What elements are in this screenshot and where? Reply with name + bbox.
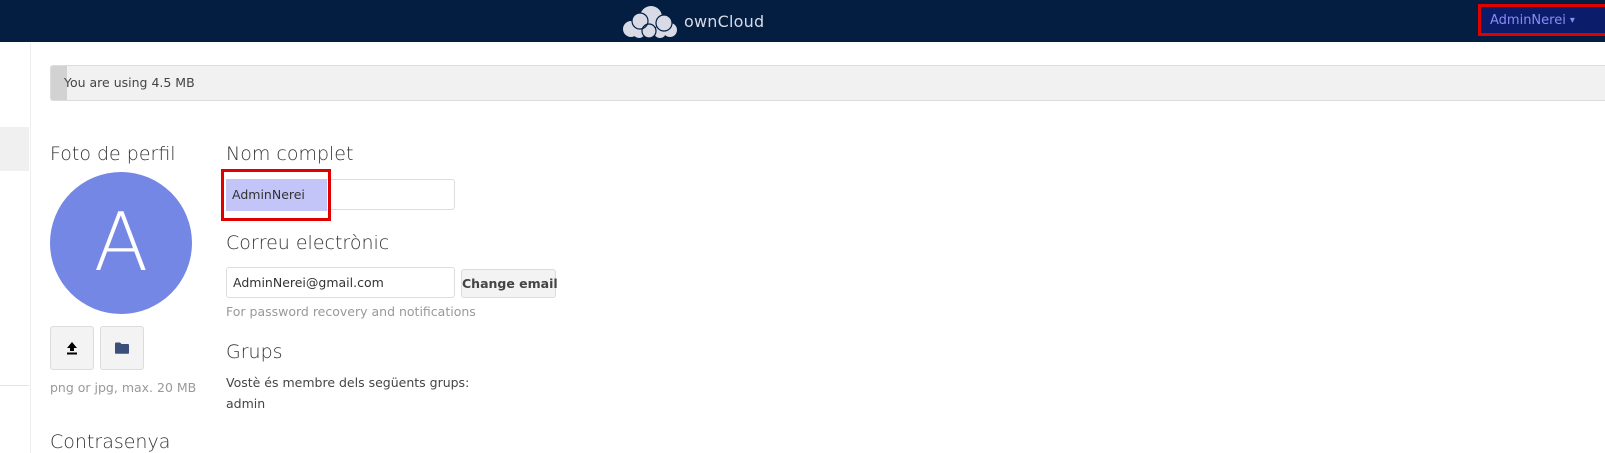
select-from-files-button[interactable]: [100, 326, 144, 370]
quota-text: You are using 4.5 MB: [64, 75, 195, 90]
email-input[interactable]: [226, 267, 455, 298]
email-heading: Correu electrònic: [226, 232, 390, 254]
avatar: A: [50, 172, 192, 314]
avatar-letter: A: [93, 196, 149, 289]
change-email-button[interactable]: Change email: [461, 269, 558, 298]
user-name: AdminNerei: [1490, 12, 1566, 28]
email-hint: For password recovery and notifications: [226, 304, 476, 319]
profile-photo-heading: Foto de perfil: [50, 143, 176, 165]
upload-photo-button[interactable]: [50, 326, 94, 370]
folder-icon: [115, 342, 129, 354]
upload-icon: [67, 342, 77, 355]
groups-heading: Grups: [226, 341, 283, 363]
settings-sidebar: [0, 42, 31, 453]
sidebar-item-personal[interactable]: [0, 127, 29, 171]
sidebar-divider: [0, 385, 29, 386]
cloud-icon: [623, 6, 677, 38]
quota-bar: You are using 4.5 MB: [50, 65, 1605, 101]
photo-hint: png or jpg, max. 20 MB: [50, 380, 197, 395]
caret-down-icon: ▾: [1569, 14, 1575, 26]
full-name-input[interactable]: [226, 179, 455, 210]
user-menu-button[interactable]: AdminNerei ▾: [1478, 4, 1605, 36]
groups-list: admin: [226, 396, 266, 411]
groups-member-text: Vostè és membre dels següents grups:: [226, 375, 470, 390]
brand-name: ownCloud: [684, 11, 765, 31]
owncloud-logo[interactable]: ownCloud: [620, 4, 764, 38]
password-heading: Contrasenya: [50, 431, 171, 453]
top-header: ownCloud AdminNerei ▾: [0, 0, 1605, 42]
full-name-heading: Nom complet: [226, 143, 354, 165]
